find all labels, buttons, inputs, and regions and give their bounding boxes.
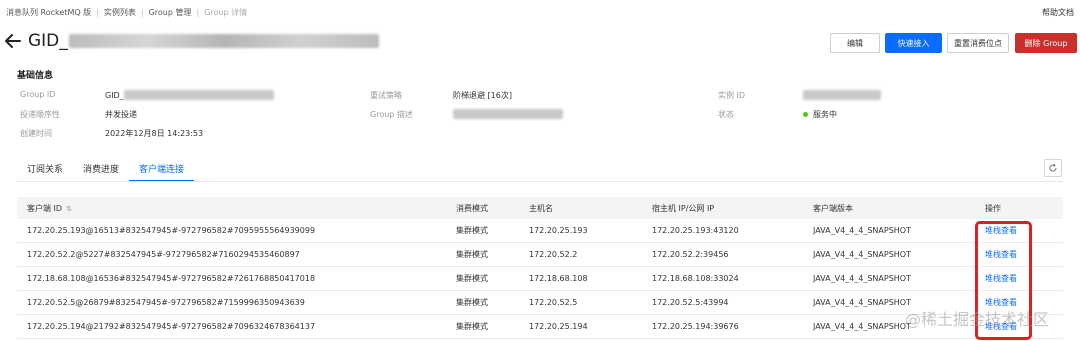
- cell-hostname: 172.20.52.2: [529, 250, 578, 259]
- watermark: @稀土掘金技术社区: [905, 310, 1050, 329]
- group-id-value: GID_: [105, 90, 274, 100]
- group-id-text: GID_: [105, 90, 124, 100]
- header-client-id-label: 客户端 ID: [27, 203, 63, 213]
- cell-hostname: 172.18.68.108: [529, 274, 588, 283]
- page-title: GID_: [28, 30, 379, 52]
- redacted-instance-id: [803, 90, 881, 100]
- instance-id-value: [803, 90, 881, 100]
- cell-client-id: 172.20.25.193@16513#832547945#-972796582…: [27, 226, 316, 235]
- cell-client-id: 172.20.52.2@5227#832547945#-972796582#71…: [27, 250, 300, 259]
- cell-host-ip: 172.20.52.5:43994: [652, 298, 729, 307]
- cell-consume-mode: 集群模式: [456, 250, 488, 259]
- redacted-group-id: [123, 90, 274, 100]
- cell-hostname: 172.20.25.194: [529, 322, 588, 331]
- delivery-order-value: 并发投递: [105, 110, 137, 119]
- cell-hostname: 172.20.25.193: [529, 226, 588, 235]
- refresh-button[interactable]: [1044, 159, 1062, 177]
- tab-client-connections[interactable]: 客户端连接: [129, 156, 195, 182]
- cell-client-id: 172.20.52.5@26879#832547945#-972796582#7…: [27, 298, 305, 307]
- header-host-ip: 宿主机 IP/公网 IP: [652, 203, 715, 213]
- cell-client-id: 172.20.25.194@21792#832547945#-972796582…: [27, 322, 316, 331]
- cell-host-ip: 172.20.25.194:39676: [652, 322, 739, 331]
- retry-policy-value: 阶梯退避 [16次]: [453, 91, 512, 100]
- cell-consume-mode: 集群模式: [456, 226, 488, 235]
- cell-host-ip: 172.20.52.2:39456: [652, 250, 729, 259]
- cell-consume-mode: 集群模式: [456, 298, 488, 307]
- reset-offset-button[interactable]: 重置消费位点: [947, 33, 1009, 53]
- group-desc-value: [453, 109, 563, 119]
- back-arrow-icon[interactable]: [4, 32, 22, 50]
- status-value: 服务中: [813, 110, 837, 119]
- status-badge: 服务中: [803, 109, 837, 120]
- table-header: 客户端 ID ⇅ 消费模式 主机名 宿主机 IP/公网 IP 客户端版本 操作: [17, 197, 1063, 219]
- status-label: 状态: [718, 110, 734, 119]
- delete-group-button[interactable]: 删除 Group: [1015, 33, 1077, 53]
- table-row: 172.20.25.193@16513#832547945#-972796582…: [17, 219, 1063, 243]
- retry-policy-label: 重试策略: [370, 91, 402, 100]
- instance-id-label: 实例 ID: [718, 91, 746, 100]
- table-row: 172.20.52.2@5227#832547945#-972796582#71…: [17, 243, 1063, 267]
- tabs-divider: [17, 181, 1063, 182]
- edit-button[interactable]: 编辑: [830, 33, 880, 53]
- redacted-group-name: [68, 34, 379, 48]
- redacted-group-desc: [453, 109, 563, 119]
- page-title-text: GID_: [28, 31, 68, 51]
- cell-consume-mode: 集群模式: [456, 322, 488, 331]
- cell-client-id: 172.18.68.108@16536#832547945#-972796582…: [27, 274, 316, 283]
- cell-client-version: JAVA_V4_4_4_SNAPSHOT: [813, 250, 911, 259]
- cell-client-version: JAVA_V4_4_4_SNAPSHOT: [813, 322, 911, 331]
- header-consume-mode: 消费模式: [456, 203, 488, 213]
- breadcrumb-item-product[interactable]: 消息队列 RocketMQ 版: [6, 7, 91, 18]
- breadcrumb-separator: |: [196, 7, 200, 17]
- breadcrumb-item-group-detail: Group 详情: [204, 7, 248, 17]
- sort-icon[interactable]: ⇅: [66, 205, 72, 213]
- breadcrumb-item-instances[interactable]: 实例列表: [104, 7, 136, 18]
- header-actions: 操作: [985, 203, 1001, 213]
- status-ok-dot-icon: [803, 112, 808, 117]
- header-client-version: 客户端版本: [813, 203, 853, 213]
- breadcrumb-item-group-manage[interactable]: Group 管理: [149, 7, 192, 18]
- cell-client-version: JAVA_V4_4_4_SNAPSHOT: [813, 226, 911, 235]
- cell-hostname: 172.20.52.5: [529, 298, 578, 307]
- cell-host-ip: 172.20.25.193:43120: [652, 226, 739, 235]
- breadcrumb-separator: |: [96, 7, 99, 17]
- breadcrumb: 消息队列 RocketMQ 版 | 实例列表 | Group 管理 | Grou…: [6, 4, 247, 20]
- section-title-basic-info: 基础信息: [17, 71, 54, 81]
- tab-subscriptions[interactable]: 订阅关系: [17, 156, 73, 182]
- breadcrumb-separator: |: [140, 7, 144, 17]
- table-row: 172.18.68.108@16536#832547945#-972796582…: [17, 267, 1063, 291]
- created-time-label: 创建时间: [20, 129, 52, 138]
- cell-consume-mode: 集群模式: [456, 274, 488, 283]
- header-client-id[interactable]: 客户端 ID ⇅: [27, 203, 72, 214]
- refresh-icon: [1049, 163, 1057, 172]
- help-docs-link[interactable]: 帮助文档: [1042, 4, 1074, 20]
- header-hostname: 主机名: [529, 203, 553, 213]
- group-desc-label: Group 描述: [370, 110, 413, 119]
- cell-client-version: JAVA_V4_4_4_SNAPSHOT: [813, 298, 911, 307]
- detail-tabs: 订阅关系 消费进度 客户端连接: [17, 156, 195, 182]
- created-time-value: 2022年12月8日 14:23:53: [105, 129, 204, 138]
- quick-access-button[interactable]: 快速接入: [885, 33, 942, 53]
- cell-host-ip: 172.18.68.108:33024: [652, 274, 739, 283]
- cell-client-version: JAVA_V4_4_4_SNAPSHOT: [813, 274, 911, 283]
- tab-consume-progress[interactable]: 消费进度: [73, 156, 129, 182]
- group-id-label: Group ID: [20, 90, 56, 99]
- delivery-order-label: 投递顺序性: [20, 110, 60, 119]
